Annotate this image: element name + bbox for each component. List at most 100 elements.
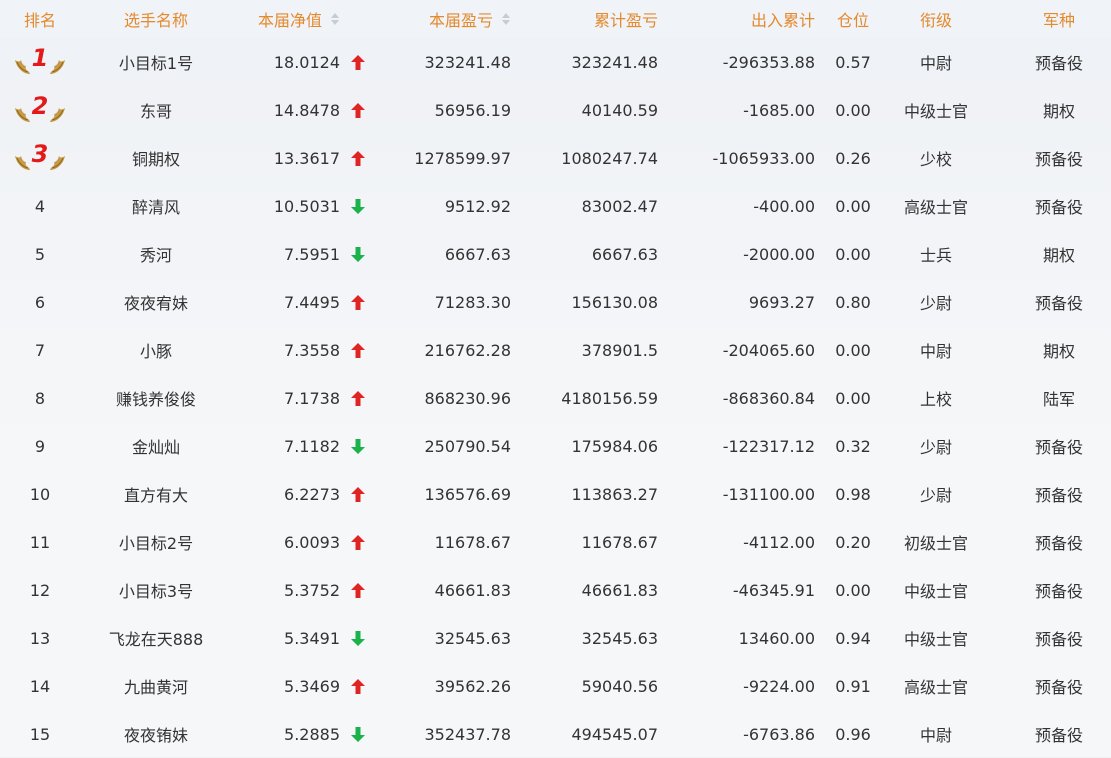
trend-cell: [350, 342, 366, 358]
trend-down-icon: [351, 438, 365, 454]
table-row[interactable]: 8 赚钱养俊俊 7.1738 868230.96 4180156.59 -868…: [0, 374, 1111, 422]
rank-cell: 4: [0, 197, 80, 216]
current-profit: 323241.48: [424, 52, 511, 72]
position-ratio: 0.00: [835, 388, 871, 408]
trend-cell: [350, 198, 366, 214]
military-rank: 上校: [919, 390, 952, 409]
military-rank: 士兵: [919, 246, 952, 265]
current-profit: 868230.96: [424, 388, 511, 408]
player-name[interactable]: 金灿灿: [94, 434, 218, 458]
player-name[interactable]: 小目标3号: [94, 578, 218, 602]
flow-total: 13460.00: [738, 628, 815, 648]
table-row[interactable]: 12 小目标3号 5.3752 46661.83 46661.83 -46345…: [0, 566, 1111, 614]
player-name[interactable]: 秀河: [94, 242, 218, 266]
sort-icon[interactable]: [501, 12, 511, 26]
nav-value: 18.0124: [273, 52, 340, 72]
cumulative-profit: 156130.08: [571, 292, 658, 312]
table-row[interactable]: 13 飞龙在天888 5.3491 32545.63 32545.63 1346…: [0, 614, 1111, 662]
table-row[interactable]: 6 夜夜宥妹 7.4495 71283.30 156130.08 9693.27…: [0, 278, 1111, 326]
position-ratio: 0.00: [835, 196, 871, 216]
military-rank: 中级士官: [903, 582, 968, 601]
header-current-profit-label: 本届盈亏: [428, 11, 493, 30]
header-position: 仓位: [836, 11, 869, 30]
trend-up-icon: [351, 54, 365, 70]
cumulative-profit: 4180156.59: [561, 388, 658, 408]
position-ratio: 0.00: [835, 580, 871, 600]
header-nav-sort[interactable]: 本届净值: [220, 7, 340, 31]
cumulative-profit: 11678.67: [581, 532, 658, 552]
rank-number: 12: [29, 580, 51, 600]
table-row[interactable]: 10 直方有大 6.2273 136576.69 113863.27 -1311…: [0, 470, 1111, 518]
position-ratio: 0.98: [835, 484, 871, 504]
branch: 预备役: [1034, 678, 1083, 697]
cumulative-profit: 46661.83: [581, 580, 658, 600]
nav-value: 7.1738: [284, 388, 340, 408]
nav-value: 6.2273: [284, 484, 340, 504]
military-rank: 中尉: [919, 54, 952, 73]
military-rank: 高级士官: [903, 678, 968, 697]
flow-total: -1065933.00: [712, 148, 815, 168]
cumulative-profit: 59040.56: [581, 676, 658, 696]
branch: 预备役: [1034, 486, 1083, 505]
player-name[interactable]: 赚钱养俊俊: [94, 386, 218, 410]
branch: 期权: [1042, 102, 1075, 121]
current-profit: 39562.26: [434, 676, 511, 696]
header-current-profit-sort[interactable]: 本届盈亏: [380, 7, 511, 31]
rank-cell: 5: [0, 245, 80, 264]
sort-icon[interactable]: [330, 12, 340, 26]
table-row[interactable]: 2 东哥 14.8478 56956.19 40140.59 -1685.00 …: [0, 86, 1111, 134]
branch: 预备役: [1034, 630, 1083, 649]
player-name[interactable]: 铜期权: [94, 146, 218, 170]
current-profit: 6667.63: [444, 244, 511, 264]
cumulative-profit: 40140.59: [581, 100, 658, 120]
flow-total: -46345.91: [732, 580, 815, 600]
player-name[interactable]: 飞龙在天888: [94, 626, 218, 650]
nav-value: 7.5951: [284, 244, 340, 264]
trend-down-icon: [351, 726, 365, 742]
position-ratio: 0.00: [835, 340, 871, 360]
rank-number: 11: [29, 532, 51, 552]
military-rank: 少尉: [919, 294, 952, 313]
position-ratio: 0.91: [835, 676, 871, 696]
trend-cell: [350, 582, 366, 598]
table-row[interactable]: 5 秀河 7.5951 6667.63 6667.63 -2000.00 0.0…: [0, 230, 1111, 278]
player-name[interactable]: 小豚: [94, 338, 218, 362]
trend-cell: [350, 678, 366, 694]
branch: 期权: [1042, 342, 1075, 361]
table-row[interactable]: 15 夜夜铕妹 5.2885 352437.78 494545.07 -6763…: [0, 710, 1111, 758]
table-row[interactable]: 3 铜期权 13.3617 1278599.97 1080247.74 -106…: [0, 134, 1111, 182]
current-profit: 9512.92: [444, 196, 511, 216]
table-row[interactable]: 7 小豚 7.3558 216762.28 378901.5 -204065.6…: [0, 326, 1111, 374]
trend-cell: [350, 726, 366, 742]
flow-total: 9693.27: [748, 292, 815, 312]
nav-value: 7.3558: [284, 340, 340, 360]
flow-total: -4112.00: [743, 532, 815, 552]
table-row[interactable]: 11 小目标2号 6.0093 11678.67 11678.67 -4112.…: [0, 518, 1111, 566]
player-name[interactable]: 九曲黄河: [94, 674, 218, 698]
position-ratio: 0.80: [835, 292, 871, 312]
position-ratio: 0.00: [835, 244, 871, 264]
player-name[interactable]: 小目标2号: [94, 530, 218, 554]
player-name[interactable]: 夜夜铕妹: [94, 722, 218, 746]
player-name[interactable]: 小目标1号: [94, 50, 218, 74]
table-row[interactable]: 1 小目标1号 18.0124 323241.48 323241.48 -296…: [0, 38, 1111, 86]
nav-value: 7.1182: [284, 436, 340, 456]
table-row[interactable]: 14 九曲黄河 5.3469 39562.26 59040.56 -9224.0…: [0, 662, 1111, 710]
branch: 预备役: [1034, 198, 1083, 217]
table-row[interactable]: 4 醉清风 10.5031 9512.92 83002.47 -400.00 0…: [0, 182, 1111, 230]
player-name[interactable]: 夜夜宥妹: [94, 290, 218, 314]
trend-up-icon: [351, 390, 365, 406]
table-row[interactable]: 9 金灿灿 7.1182 250790.54 175984.06 -122317…: [0, 422, 1111, 470]
nav-value: 5.3491: [284, 628, 340, 648]
trend-cell: [350, 294, 366, 310]
player-name[interactable]: 直方有大: [94, 482, 218, 506]
position-ratio: 0.96: [835, 724, 871, 744]
military-rank: 中尉: [919, 342, 952, 361]
current-profit: 352437.78: [424, 724, 511, 744]
rank-number: 14: [29, 676, 51, 696]
player-name[interactable]: 醉清风: [94, 194, 218, 218]
player-name[interactable]: 东哥: [94, 98, 218, 122]
trend-cell: [350, 630, 366, 646]
header-branch: 军种: [1042, 11, 1075, 30]
trend-up-icon: [351, 582, 365, 598]
